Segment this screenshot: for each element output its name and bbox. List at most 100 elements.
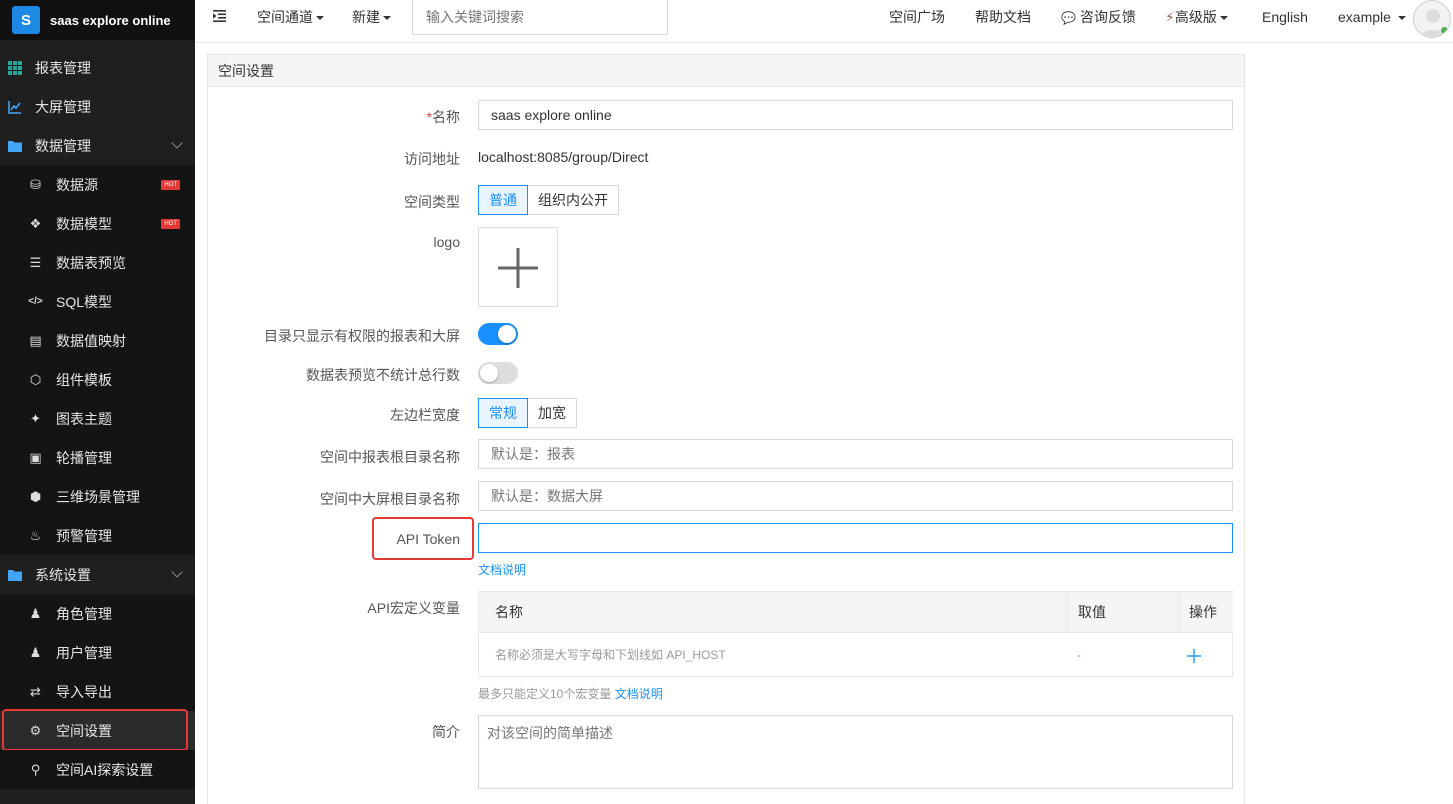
sidebar-item-label: 数据表预览	[56, 254, 126, 271]
sidebar-item-8[interactable]: ⬡ 组件模板	[0, 360, 195, 399]
toggle-knob	[498, 325, 516, 343]
macro-value-input[interactable]: -	[1077, 634, 1167, 676]
add-macro-button[interactable]	[1187, 634, 1217, 676]
grid-icon	[8, 60, 22, 75]
sidebar-item-label: 系统设置	[35, 566, 91, 583]
chat-icon: 💬	[1061, 11, 1076, 25]
new-label: 新建	[352, 9, 380, 25]
sidebar-item-label: 组件模板	[56, 371, 112, 388]
sidebar-item-label: 报表管理	[35, 59, 91, 76]
brand[interactable]: S saas explore online	[0, 0, 195, 40]
api-token-label: API Token	[396, 531, 460, 547]
screen-root-input[interactable]	[478, 481, 1233, 511]
macro-doc-link[interactable]: 文档说明	[615, 687, 663, 701]
folder-icon	[8, 568, 22, 582]
help-docs-link[interactable]: 帮助文档	[975, 0, 1031, 35]
sidebar-item-label: 图表主题	[56, 410, 112, 427]
name-field[interactable]	[478, 100, 1233, 130]
macro-name-input[interactable]: 名称必须是大写字母和下划线如 API_HOST	[495, 634, 1055, 676]
active-item-highlight	[2, 709, 188, 751]
sidebar-item-4[interactable]: ❖ 数据模型 HOT	[0, 204, 195, 243]
space-plaza-link[interactable]: 空间广场	[889, 0, 945, 35]
premium-menu[interactable]: ⚡高级版	[1165, 0, 1228, 35]
dir-perm-toggle[interactable]	[478, 323, 518, 345]
top-header: 空间通道 新建 空间广场 帮助文档 💬 咨询反馈 ⚡高级版 English ex…	[195, 0, 1453, 43]
sidebar-item-17[interactable]: ⚙ 空间设置	[0, 709, 195, 751]
type-option-normal[interactable]: 普通	[478, 185, 528, 215]
no-count-label: 数据表预览不统计总行数	[306, 367, 460, 383]
plus-icon	[498, 248, 538, 288]
sidebar-item-2[interactable]: 数据管理	[0, 126, 195, 165]
sidebar-item-label: 空间AI探索设置	[56, 761, 154, 778]
intro-label: 简介	[432, 724, 460, 740]
sidebar-item-14[interactable]: ♟ 角色管理	[0, 594, 195, 633]
toggle-knob	[480, 364, 498, 382]
intro-textarea[interactable]	[478, 715, 1233, 789]
sidebar-item-3[interactable]: ⛁ 数据源 HOT	[0, 165, 195, 204]
premium-label: 高级版	[1174, 9, 1217, 25]
sidebar-item-6[interactable]: </> SQL模型	[0, 282, 195, 321]
sidebar-item-16[interactable]: ⇄ 导入导出	[0, 672, 195, 711]
search-input[interactable]	[412, 0, 668, 35]
list-icon: ☰	[29, 255, 42, 270]
chevron-down-icon	[316, 16, 324, 21]
api-token-input[interactable]	[478, 523, 1233, 553]
type-option-org-public[interactable]: 组织内公开	[528, 185, 619, 215]
sidebar: S saas explore online 报表管理大屏管理数据管理 ⛁ 数据源 HO…	[0, 0, 195, 804]
no-count-toggle[interactable]	[478, 362, 518, 384]
sidebar-item-label: 轮播管理	[56, 449, 112, 466]
sidebar-item-label: 用户管理	[56, 644, 112, 661]
sidebar-item-7[interactable]: ▤ 数据值映射	[0, 321, 195, 360]
space-channel-label: 空间通道	[257, 9, 313, 25]
api-token-doc-link[interactable]: 文档说明	[478, 561, 526, 578]
logo-upload[interactable]	[478, 227, 558, 307]
sidebar-item-5[interactable]: ☰ 数据表预览	[0, 243, 195, 282]
indent-icon[interactable]	[213, 0, 227, 35]
sidebar-item-label: 数据模型	[56, 215, 112, 232]
brand-logo: S	[12, 6, 40, 34]
sidebar-item-12[interactable]: ♨ 预警管理	[0, 516, 195, 555]
table-header-name: 名称	[479, 592, 1067, 633]
feedback-label: 咨询反馈	[1079, 9, 1136, 25]
sidebar-item-15[interactable]: ♟ 用户管理	[0, 633, 195, 672]
space-channel-menu[interactable]: 空间通道	[257, 0, 324, 35]
screen-root-label: 空间中大屏根目录名称	[320, 491, 460, 507]
bell-icon: ♨	[29, 528, 42, 543]
url-value: localhost:8085/group/Direct	[478, 149, 649, 165]
sidebar-item-18[interactable]: ⚲ 空间AI探索设置	[0, 750, 195, 789]
feedback-link[interactable]: 💬 咨询反馈	[1061, 0, 1136, 35]
book-icon: ▤	[29, 333, 42, 348]
dir-perm-label: 目录只显示有权限的报表和大屏	[264, 328, 460, 344]
brand-name: saas explore online	[50, 12, 171, 28]
sidebar-item-10[interactable]: ▣ 轮播管理	[0, 438, 195, 477]
sidebar-item-9[interactable]: ✦ 图表主题	[0, 399, 195, 438]
report-root-input[interactable]	[478, 439, 1233, 469]
sidebar-item-1[interactable]: 大屏管理	[0, 87, 195, 126]
url-label: 访问地址	[404, 151, 460, 167]
sidebar-item-label: 大屏管理	[35, 98, 91, 115]
width-option-normal[interactable]: 常规	[478, 398, 528, 428]
api-macro-label: API宏定义变量	[367, 600, 460, 616]
width-option-wide[interactable]: 加宽	[528, 398, 577, 428]
hot-badge: HOT	[161, 180, 180, 190]
language-switch[interactable]: English	[1262, 0, 1308, 35]
sidebar-item-label: 导入导出	[56, 683, 112, 700]
chevron-down-icon	[171, 137, 183, 149]
sidebar-item-label: 数据值映射	[56, 332, 126, 349]
chevron-down-icon	[171, 566, 183, 578]
avatar[interactable]	[1413, 0, 1451, 38]
sidebar-item-0[interactable]: 报表管理	[0, 48, 195, 87]
type-label: 空间类型	[404, 194, 460, 210]
sidebar-item-13[interactable]: 系统设置	[0, 555, 195, 594]
database-icon: ⛁	[30, 177, 41, 192]
cube-icon: ⬢	[29, 489, 42, 504]
table-header-value: 取值	[1067, 592, 1179, 633]
chevron-down-icon	[1397, 16, 1406, 21]
user-menu[interactable]: example	[1338, 0, 1406, 35]
search-icon: ⚲	[30, 762, 41, 777]
plus-icon	[1187, 648, 1201, 663]
new-menu[interactable]: 新建	[352, 0, 391, 35]
sidebar-item-label: 数据管理	[35, 137, 91, 154]
report-root-label: 空间中报表根目录名称	[320, 449, 460, 465]
sidebar-item-11[interactable]: ⬢ 三维场景管理	[0, 477, 195, 516]
